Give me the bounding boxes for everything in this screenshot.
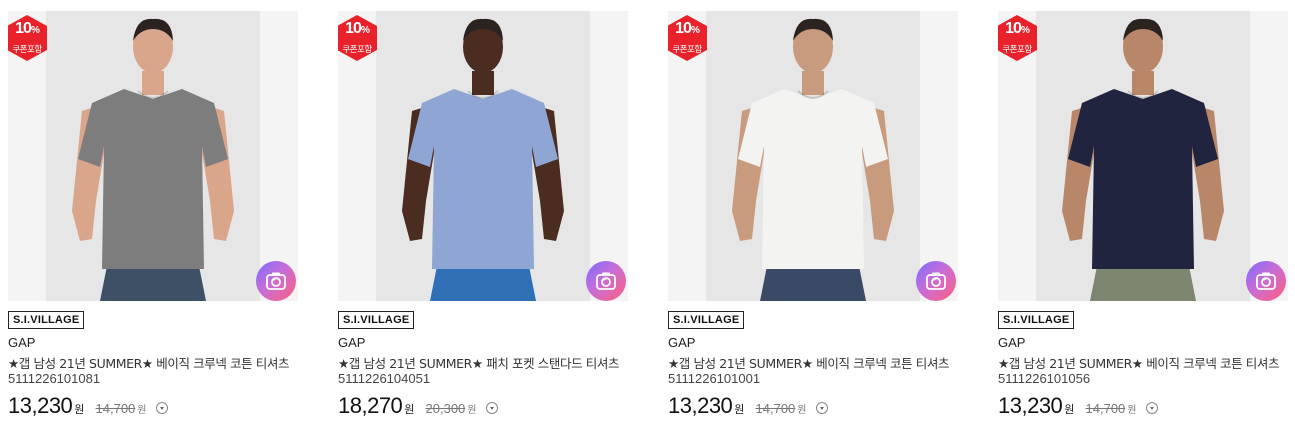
product-image[interactable]: 10% 쿠폰포함 [338,11,628,301]
sale-price-unit: 원 [74,403,85,416]
price-row: 18,270 원 20,300 원 [338,393,498,419]
sale-price: 13,230 [8,393,73,418]
camera-search-icon[interactable] [916,261,956,301]
product-image[interactable]: 10% 쿠폰포함 [668,11,958,301]
product-name[interactable]: ★갭 남성 21년 SUMMER★ 베이직 크루넥 코튼 티셔츠 [8,353,289,372]
product-card[interactable]: 10% 쿠폰포함 S.I.VILLAGE GAP ★갭 남성 21년 SUMME… [998,11,1288,431]
coupon-badge-icon: 10% 쿠폰포함 [8,15,47,61]
sale-price: 13,230 [668,393,733,418]
coupon-badge-icon: 10% 쿠폰포함 [668,15,707,61]
badge-percent-unit: % [690,25,700,36]
store-tag: S.I.VILLAGE [338,311,415,329]
product-grid: 10% 쿠폰포함 S.I.VILLAGE GAP ★갭 남성 21년 SUMME… [0,0,1295,444]
price-row: 13,230 원 14,700 원 [8,393,168,419]
product-name[interactable]: ★갭 남성 21년 SUMMER★ 패치 포켓 스탠다드 티셔츠 [338,353,619,372]
product-card[interactable]: 10% 쿠폰포함 S.I.VILLAGE GAP ★갭 남성 21년 SUMME… [668,11,958,431]
product-code: 5111226104051 [338,371,431,386]
model-shirt [738,89,888,269]
badge-label: 쿠폰포함 [12,45,42,55]
original-price-unit: 원 [137,405,147,416]
chevron-circle-icon[interactable] [815,402,828,414]
coupon-badge-icon: 10% 쿠폰포함 [998,15,1037,61]
camera-search-icon[interactable] [1246,261,1286,301]
badge-percent-unit: % [360,25,370,36]
product-photo [1036,11,1250,301]
sale-price: 18,270 [338,393,403,418]
sale-price-unit: 원 [734,403,745,416]
chevron-circle-icon[interactable] [485,402,498,414]
original-price: 20,300 [425,401,466,416]
store-tag: S.I.VILLAGE [668,311,745,329]
model-neck [802,71,824,95]
product-photo [706,11,920,301]
price-row: 13,230 원 14,700 원 [998,393,1158,419]
original-price: 14,700 [755,401,796,416]
chevron-circle-icon[interactable] [1145,402,1158,414]
model-neck [472,71,494,95]
badge-percent: 10 [345,20,362,37]
model-figure [72,18,234,301]
badge-percent-unit: % [1020,25,1030,36]
badge-label: 쿠폰포함 [1002,45,1032,55]
original-price-unit: 원 [797,405,807,416]
model-shirt [78,89,228,269]
product-code: 5111226101056 [998,371,1091,386]
sale-price: 13,230 [998,393,1063,418]
product-card[interactable]: 10% 쿠폰포함 S.I.VILLAGE GAP ★갭 남성 21년 SUMME… [338,11,628,431]
sale-price-unit: 원 [404,403,415,416]
badge-label: 쿠폰포함 [672,45,702,55]
original-price-unit: 원 [467,405,477,416]
chevron-circle-icon[interactable] [155,402,168,414]
coupon-badge-icon: 10% 쿠폰포함 [338,15,377,61]
brand-name[interactable]: GAP [338,335,365,350]
model-neck [1132,71,1154,95]
sale-price-unit: 원 [1064,403,1075,416]
model-figure [402,18,564,301]
product-photo [376,11,590,301]
product-card[interactable]: 10% 쿠폰포함 S.I.VILLAGE GAP ★갭 남성 21년 SUMME… [8,11,298,431]
product-image[interactable]: 10% 쿠폰포함 [998,11,1288,301]
badge-percent: 10 [675,20,692,37]
model-figure [1062,18,1224,301]
model-neck [142,71,164,95]
product-image[interactable]: 10% 쿠폰포함 [8,11,298,301]
original-price: 14,700 [95,401,136,416]
brand-name[interactable]: GAP [668,335,695,350]
product-name[interactable]: ★갭 남성 21년 SUMMER★ 베이직 크루넥 코튼 티셔츠 [998,353,1279,372]
badge-percent-unit: % [30,25,40,36]
model-shirt [1068,89,1218,269]
original-price-unit: 원 [1127,405,1137,416]
camera-search-icon[interactable] [256,261,296,301]
price-row: 13,230 원 14,700 원 [668,393,828,419]
model-figure [732,18,894,301]
product-name[interactable]: ★갭 남성 21년 SUMMER★ 베이직 크루넥 코튼 티셔츠 [668,353,949,372]
store-tag: S.I.VILLAGE [8,311,85,329]
product-code: 5111226101081 [8,371,101,386]
camera-search-icon[interactable] [586,261,626,301]
badge-percent: 10 [15,20,32,37]
model-shirt [408,89,558,269]
badge-percent: 10 [1005,20,1022,37]
store-tag: S.I.VILLAGE [998,311,1075,329]
brand-name[interactable]: GAP [8,335,35,350]
product-photo [46,11,260,301]
brand-name[interactable]: GAP [998,335,1025,350]
original-price: 14,700 [1085,401,1126,416]
product-code: 5111226101001 [668,371,761,386]
badge-label: 쿠폰포함 [342,45,372,55]
